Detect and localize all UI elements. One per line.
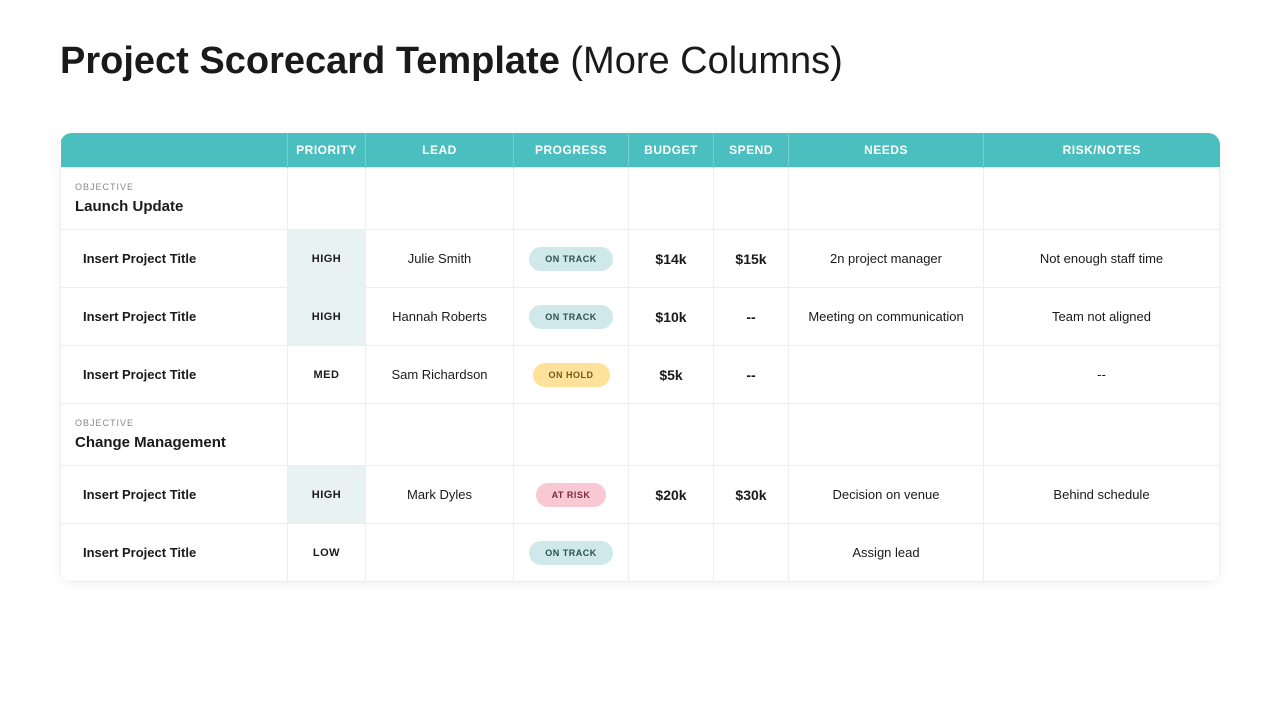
title-rest: (More Columns) — [560, 40, 843, 82]
spend-cell: $15k — [714, 230, 789, 288]
progress-pill: ON TRACK — [529, 541, 613, 565]
header-lead: LEAD — [366, 133, 514, 168]
needs-cell: Meeting on communication — [789, 288, 984, 346]
objective-empty-cell — [288, 168, 366, 230]
project-title-cell: Insert Project Title — [61, 288, 288, 346]
objective-empty-cell — [366, 404, 514, 466]
objective-empty-cell — [984, 168, 1220, 230]
objective-empty-cell — [714, 168, 789, 230]
progress-pill: AT RISK — [536, 483, 607, 507]
project-title-cell: Insert Project Title — [61, 524, 288, 582]
objective-empty-cell — [789, 404, 984, 466]
needs-cell: Decision on venue — [789, 466, 984, 524]
progress-pill: ON HOLD — [533, 363, 610, 387]
risk-cell: Not enough staff time — [984, 230, 1220, 288]
objective-empty-cell — [984, 404, 1220, 466]
progress-cell: ON TRACK — [514, 524, 629, 582]
objective-empty-cell — [629, 404, 714, 466]
objective-name: Launch Update — [75, 198, 277, 215]
lead-cell — [366, 524, 514, 582]
risk-cell: -- — [984, 346, 1220, 404]
header-row: PRIORITY LEAD PROGRESS BUDGET SPEND NEED… — [61, 133, 1220, 168]
objective-name: Change Management — [75, 434, 277, 451]
project-title-cell: Insert Project Title — [61, 346, 288, 404]
priority-cell: LOW — [288, 524, 366, 582]
header-budget: BUDGET — [629, 133, 714, 168]
objective-empty-cell — [714, 404, 789, 466]
priority-cell: HIGH — [288, 230, 366, 288]
header-needs: NEEDS — [789, 133, 984, 168]
objective-row: OBJECTIVE Change Management — [61, 404, 1220, 466]
risk-cell — [984, 524, 1220, 582]
title-bold: Project Scorecard Template — [60, 40, 560, 82]
objective-label: OBJECTIVE — [75, 418, 277, 428]
header-spend: SPEND — [714, 133, 789, 168]
lead-cell: Julie Smith — [366, 230, 514, 288]
needs-cell: Assign lead — [789, 524, 984, 582]
objective-cell: OBJECTIVE Launch Update — [61, 168, 288, 230]
objective-row: OBJECTIVE Launch Update — [61, 168, 1220, 230]
lead-cell: Mark Dyles — [366, 466, 514, 524]
spend-cell — [714, 524, 789, 582]
objective-empty-cell — [514, 168, 629, 230]
lead-cell: Hannah Roberts — [366, 288, 514, 346]
table-row: Insert Project TitleLOW ON TRACK Assign le… — [61, 524, 1220, 582]
objective-empty-cell — [366, 168, 514, 230]
priority-cell: MED — [288, 346, 366, 404]
table-row: Insert Project TitleHIGHHannah Roberts ON… — [61, 288, 1220, 346]
objective-cell: OBJECTIVE Change Management — [61, 404, 288, 466]
project-title-cell: Insert Project Title — [61, 230, 288, 288]
spend-cell: -- — [714, 346, 789, 404]
objective-empty-cell — [514, 404, 629, 466]
table-row: Insert Project TitleHIGHJulie Smith ON TR… — [61, 230, 1220, 288]
header-risk: RISK/NOTES — [984, 133, 1220, 168]
objective-empty-cell — [629, 168, 714, 230]
page-title: Project Scorecard Template (More Columns… — [60, 40, 1220, 83]
needs-cell — [789, 346, 984, 404]
priority-cell: HIGH — [288, 466, 366, 524]
budget-cell: $14k — [629, 230, 714, 288]
progress-cell: AT RISK — [514, 466, 629, 524]
progress-pill: ON TRACK — [529, 305, 613, 329]
lead-cell: Sam Richardson — [366, 346, 514, 404]
progress-pill: ON TRACK — [529, 247, 613, 271]
needs-cell: 2n project manager — [789, 230, 984, 288]
scorecard-table: PRIORITY LEAD PROGRESS BUDGET SPEND NEED… — [60, 133, 1220, 582]
progress-cell: ON HOLD — [514, 346, 629, 404]
header-progress: PROGRESS — [514, 133, 629, 168]
project-title-cell: Insert Project Title — [61, 466, 288, 524]
progress-cell: ON TRACK — [514, 230, 629, 288]
header-blank — [61, 133, 288, 168]
objective-empty-cell — [288, 404, 366, 466]
table-row: Insert Project TitleHIGHMark Dyles AT RIS… — [61, 466, 1220, 524]
progress-cell: ON TRACK — [514, 288, 629, 346]
risk-cell: Behind schedule — [984, 466, 1220, 524]
priority-cell: HIGH — [288, 288, 366, 346]
objective-empty-cell — [789, 168, 984, 230]
objective-label: OBJECTIVE — [75, 182, 277, 192]
risk-cell: Team not aligned — [984, 288, 1220, 346]
spend-cell: -- — [714, 288, 789, 346]
budget-cell: $20k — [629, 466, 714, 524]
spend-cell: $30k — [714, 466, 789, 524]
scorecard-card: PRIORITY LEAD PROGRESS BUDGET SPEND NEED… — [60, 133, 1220, 582]
header-priority: PRIORITY — [288, 133, 366, 168]
budget-cell — [629, 524, 714, 582]
table-row: Insert Project TitleMEDSam Richardson ON … — [61, 346, 1220, 404]
budget-cell: $5k — [629, 346, 714, 404]
budget-cell: $10k — [629, 288, 714, 346]
